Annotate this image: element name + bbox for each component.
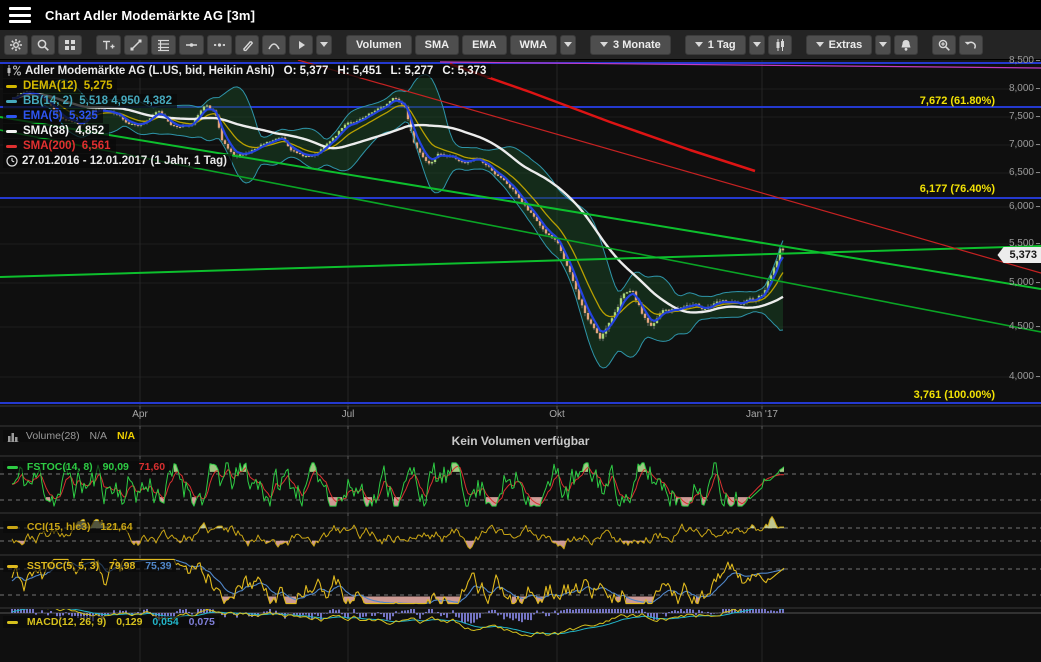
instrument-title: Adler Modemärkte AG (L.US, bid, Heikin A… — [25, 65, 275, 77]
ema-swatch — [6, 115, 17, 118]
arc-icon[interactable] — [262, 35, 286, 55]
zoom-in-icon[interactable] — [932, 35, 956, 55]
legend-row-sma38[interactable]: SMA(38) 4,852 — [3, 124, 109, 138]
hamburger-menu-icon[interactable] — [9, 7, 31, 23]
legend-row-dema[interactable]: DEMA(12) 5,275 — [3, 79, 117, 93]
bb-swatch — [6, 100, 17, 103]
ohlc-low: L: 5,277 — [391, 65, 434, 77]
dema-swatch — [6, 85, 17, 88]
date-range-row: 27.01.2016 - 12.01.2017 (1 Jahr, 1 Tag) — [3, 154, 232, 168]
layout-grid-icon[interactable] — [58, 35, 82, 55]
interval-caret-icon[interactable] — [749, 35, 765, 55]
sstoc-swatch — [7, 565, 18, 568]
fstoc-indicator-row[interactable]: FSTOC(14, 8) 90,09 71,60 — [3, 461, 169, 473]
last-price-tag: 5,373 — [997, 247, 1041, 263]
date-range: 27.01.2016 - 12.01.2017 (1 Jahr, 1 Tag) — [22, 155, 227, 167]
pencil-icon[interactable] — [235, 35, 259, 55]
instrument-row[interactable]: Adler Modemärkte AG (L.US, bid, Heikin A… — [3, 64, 491, 78]
chart-app-window: { "window": { "title": "Chart Adler Mode… — [0, 0, 1041, 662]
indicators-caret-icon[interactable] — [560, 35, 576, 55]
horizontal-line-icon[interactable] — [179, 35, 204, 55]
settings-icon[interactable] — [4, 35, 28, 55]
cci-swatch — [7, 526, 18, 529]
title-bar: Chart Adler Modemärkte AG [3m] — [0, 0, 1041, 30]
volumen-button[interactable]: Volumen — [346, 35, 412, 55]
macd-swatch — [7, 621, 18, 624]
pointer-icon[interactable] — [289, 35, 313, 55]
alert-bell-icon[interactable] — [894, 35, 918, 55]
search-icon[interactable] — [31, 35, 55, 55]
clock-icon — [6, 155, 22, 167]
no-volume-message: Kein Volumen verfügbar — [0, 434, 1041, 448]
legend: Adler Modemärkte AG (L.US, bid, Heikin A… — [3, 64, 491, 169]
sma-button[interactable]: SMA — [415, 35, 459, 55]
ohlc-open: O: 5,377 — [284, 65, 329, 77]
extras-caret-icon[interactable] — [875, 35, 891, 55]
legend-row-ema[interactable]: EMA(5) 5,325 — [3, 109, 103, 123]
cci-indicator-row[interactable]: CCI(15, hlc3) 121,64 — [3, 521, 137, 533]
dotted-line-icon[interactable] — [207, 35, 232, 55]
text-tool-icon[interactable] — [96, 35, 121, 55]
candlestick-icon[interactable] — [768, 35, 792, 55]
toolbar: Volumen SMA EMA WMA 3 Monate 1 Tag Extra… — [0, 30, 1041, 60]
legend-row-sma200[interactable]: SMA(200) 6,561 — [3, 139, 116, 153]
draw-tools-caret-icon[interactable] — [316, 35, 332, 55]
range-dropdown[interactable]: 3 Monate — [590, 35, 671, 55]
sma200-swatch — [6, 145, 17, 148]
sma38-swatch — [6, 130, 17, 133]
chart-surface[interactable]: 8,5008,0007,5007,0006,5006,0005,5005,000… — [0, 60, 1041, 662]
sstoc-indicator-row[interactable]: SSTOC(5, 5, 3) 79,98 75,39 — [3, 560, 176, 572]
instrument-icon — [6, 65, 25, 77]
window-title: Chart Adler Modemärkte AG [3m] — [45, 8, 255, 23]
undo-icon[interactable] — [959, 35, 983, 55]
macd-indicator-row[interactable]: MACD(12, 26, 9) 0,129 0,054 0,075 — [3, 616, 219, 628]
legend-row-bb[interactable]: BB(14, 2) 5,518 4,950 4,382 — [3, 94, 177, 108]
ema-button[interactable]: EMA — [462, 35, 506, 55]
ohlc-close: C: 5,373 — [442, 65, 486, 77]
wma-button[interactable]: WMA — [510, 35, 558, 55]
interval-dropdown[interactable]: 1 Tag — [685, 35, 746, 55]
fstoc-swatch — [7, 466, 18, 469]
trendline-tool-icon[interactable] — [124, 35, 148, 55]
ohlc-high: H: 5,451 — [337, 65, 381, 77]
fib-retracement-icon[interactable] — [151, 35, 176, 55]
extras-dropdown[interactable]: Extras — [806, 35, 873, 55]
